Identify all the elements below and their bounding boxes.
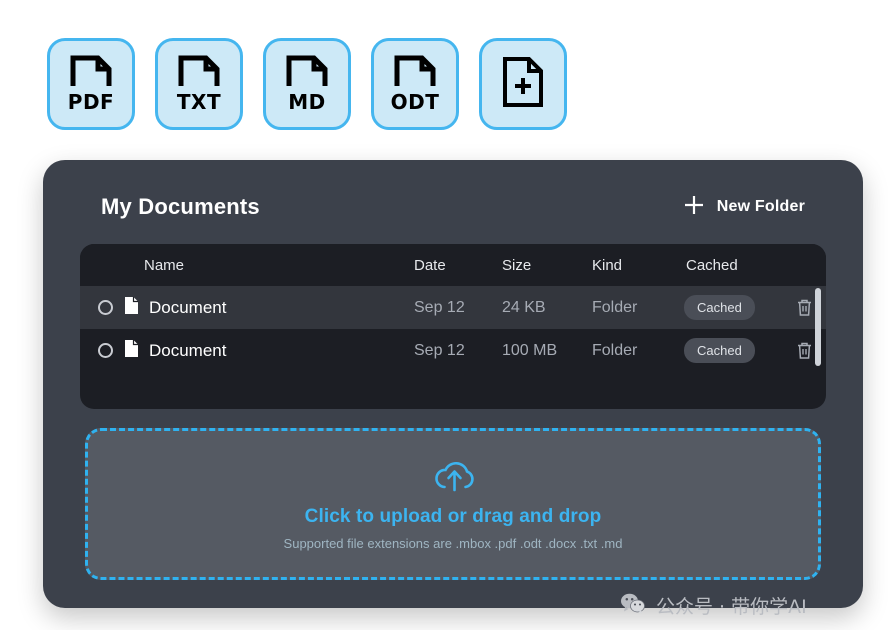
documents-panel: My Documents New Folder Name Date Size K… bbox=[43, 160, 863, 608]
row-checkbox[interactable] bbox=[98, 300, 113, 315]
table-row[interactable]: Document Sep 12 100 MB Folder Cached bbox=[80, 329, 826, 372]
document-corner-icon bbox=[394, 55, 436, 94]
new-folder-label: New Folder bbox=[716, 198, 805, 215]
file-name: Document bbox=[149, 297, 227, 317]
filetype-chip-pdf[interactable]: PDF bbox=[47, 38, 135, 130]
row-size: 24 KB bbox=[502, 298, 546, 316]
column-header-size[interactable]: Size bbox=[502, 257, 592, 274]
row-checkbox-cell bbox=[98, 300, 124, 315]
row-name-cell: Document bbox=[124, 296, 414, 320]
column-header-name[interactable]: Name bbox=[124, 257, 414, 274]
trash-icon[interactable] bbox=[796, 341, 813, 360]
page-title: My Documents bbox=[101, 194, 260, 219]
upload-dropzone[interactable]: Click to upload or drag and drop Support… bbox=[85, 428, 821, 580]
trash-icon[interactable] bbox=[796, 298, 813, 317]
cloud-upload-icon bbox=[430, 457, 476, 498]
row-date: Sep 12 bbox=[414, 298, 465, 316]
chip-inner: TXT bbox=[170, 53, 228, 115]
filetype-chip-bar: PDF TXT MD ODT bbox=[47, 38, 567, 130]
status-badge: Cached bbox=[684, 338, 755, 363]
dropzone-title: Click to upload or drag and drop bbox=[304, 506, 602, 527]
file-name: Document bbox=[149, 340, 227, 360]
row-kind: Folder bbox=[592, 341, 638, 359]
file-table: Name Date Size Kind Cached Document Sep … bbox=[80, 244, 826, 409]
panel-header: My Documents New Folder bbox=[43, 186, 863, 228]
row-kind: Folder bbox=[592, 298, 638, 316]
row-date: Sep 12 bbox=[414, 341, 465, 359]
file-icon bbox=[124, 339, 139, 363]
row-cached-cell: Cached bbox=[684, 338, 784, 363]
filetype-chip-md[interactable]: MD bbox=[263, 38, 351, 130]
table-header-row: Name Date Size Kind Cached bbox=[80, 244, 826, 286]
table-row[interactable]: Document Sep 12 24 KB Folder Cached bbox=[80, 286, 826, 329]
table-scrollbar[interactable] bbox=[815, 288, 821, 366]
wechat-icon bbox=[620, 592, 646, 619]
chip-inner bbox=[494, 53, 552, 115]
document-corner-icon bbox=[178, 55, 220, 94]
filetype-chip-label: MD bbox=[288, 90, 326, 114]
row-name-cell: Document bbox=[124, 339, 414, 363]
chip-inner: MD bbox=[278, 53, 336, 115]
filetype-chip-odt[interactable]: ODT bbox=[371, 38, 459, 130]
new-folder-button[interactable]: New Folder bbox=[683, 194, 805, 221]
document-corner-icon bbox=[70, 55, 112, 94]
document-plus-icon bbox=[501, 55, 545, 114]
column-header-kind[interactable]: Kind bbox=[592, 257, 684, 274]
document-corner-icon bbox=[286, 55, 328, 94]
filetype-chip-new[interactable] bbox=[479, 38, 567, 130]
dropzone-subtitle: Supported file extensions are .mbox .pdf… bbox=[283, 536, 623, 551]
filetype-chip-label: ODT bbox=[390, 90, 440, 114]
row-checkbox[interactable] bbox=[98, 343, 113, 358]
row-cached-cell: Cached bbox=[684, 295, 784, 320]
filetype-chip-label: TXT bbox=[176, 90, 222, 114]
column-header-date[interactable]: Date bbox=[414, 257, 502, 274]
chip-inner: ODT bbox=[386, 53, 444, 115]
filetype-chip-label: PDF bbox=[67, 90, 115, 114]
watermark: 公众号 · 带你学AI bbox=[620, 592, 807, 619]
file-icon bbox=[124, 296, 139, 320]
watermark-text: 公众号 · 带你学AI bbox=[656, 596, 807, 618]
plus-icon bbox=[683, 194, 705, 221]
row-checkbox-cell bbox=[98, 343, 124, 358]
column-header-cached[interactable]: Cached bbox=[684, 257, 784, 274]
status-badge: Cached bbox=[684, 295, 755, 320]
filetype-chip-txt[interactable]: TXT bbox=[155, 38, 243, 130]
chip-inner: PDF bbox=[62, 53, 120, 115]
row-size: 100 MB bbox=[502, 341, 558, 359]
